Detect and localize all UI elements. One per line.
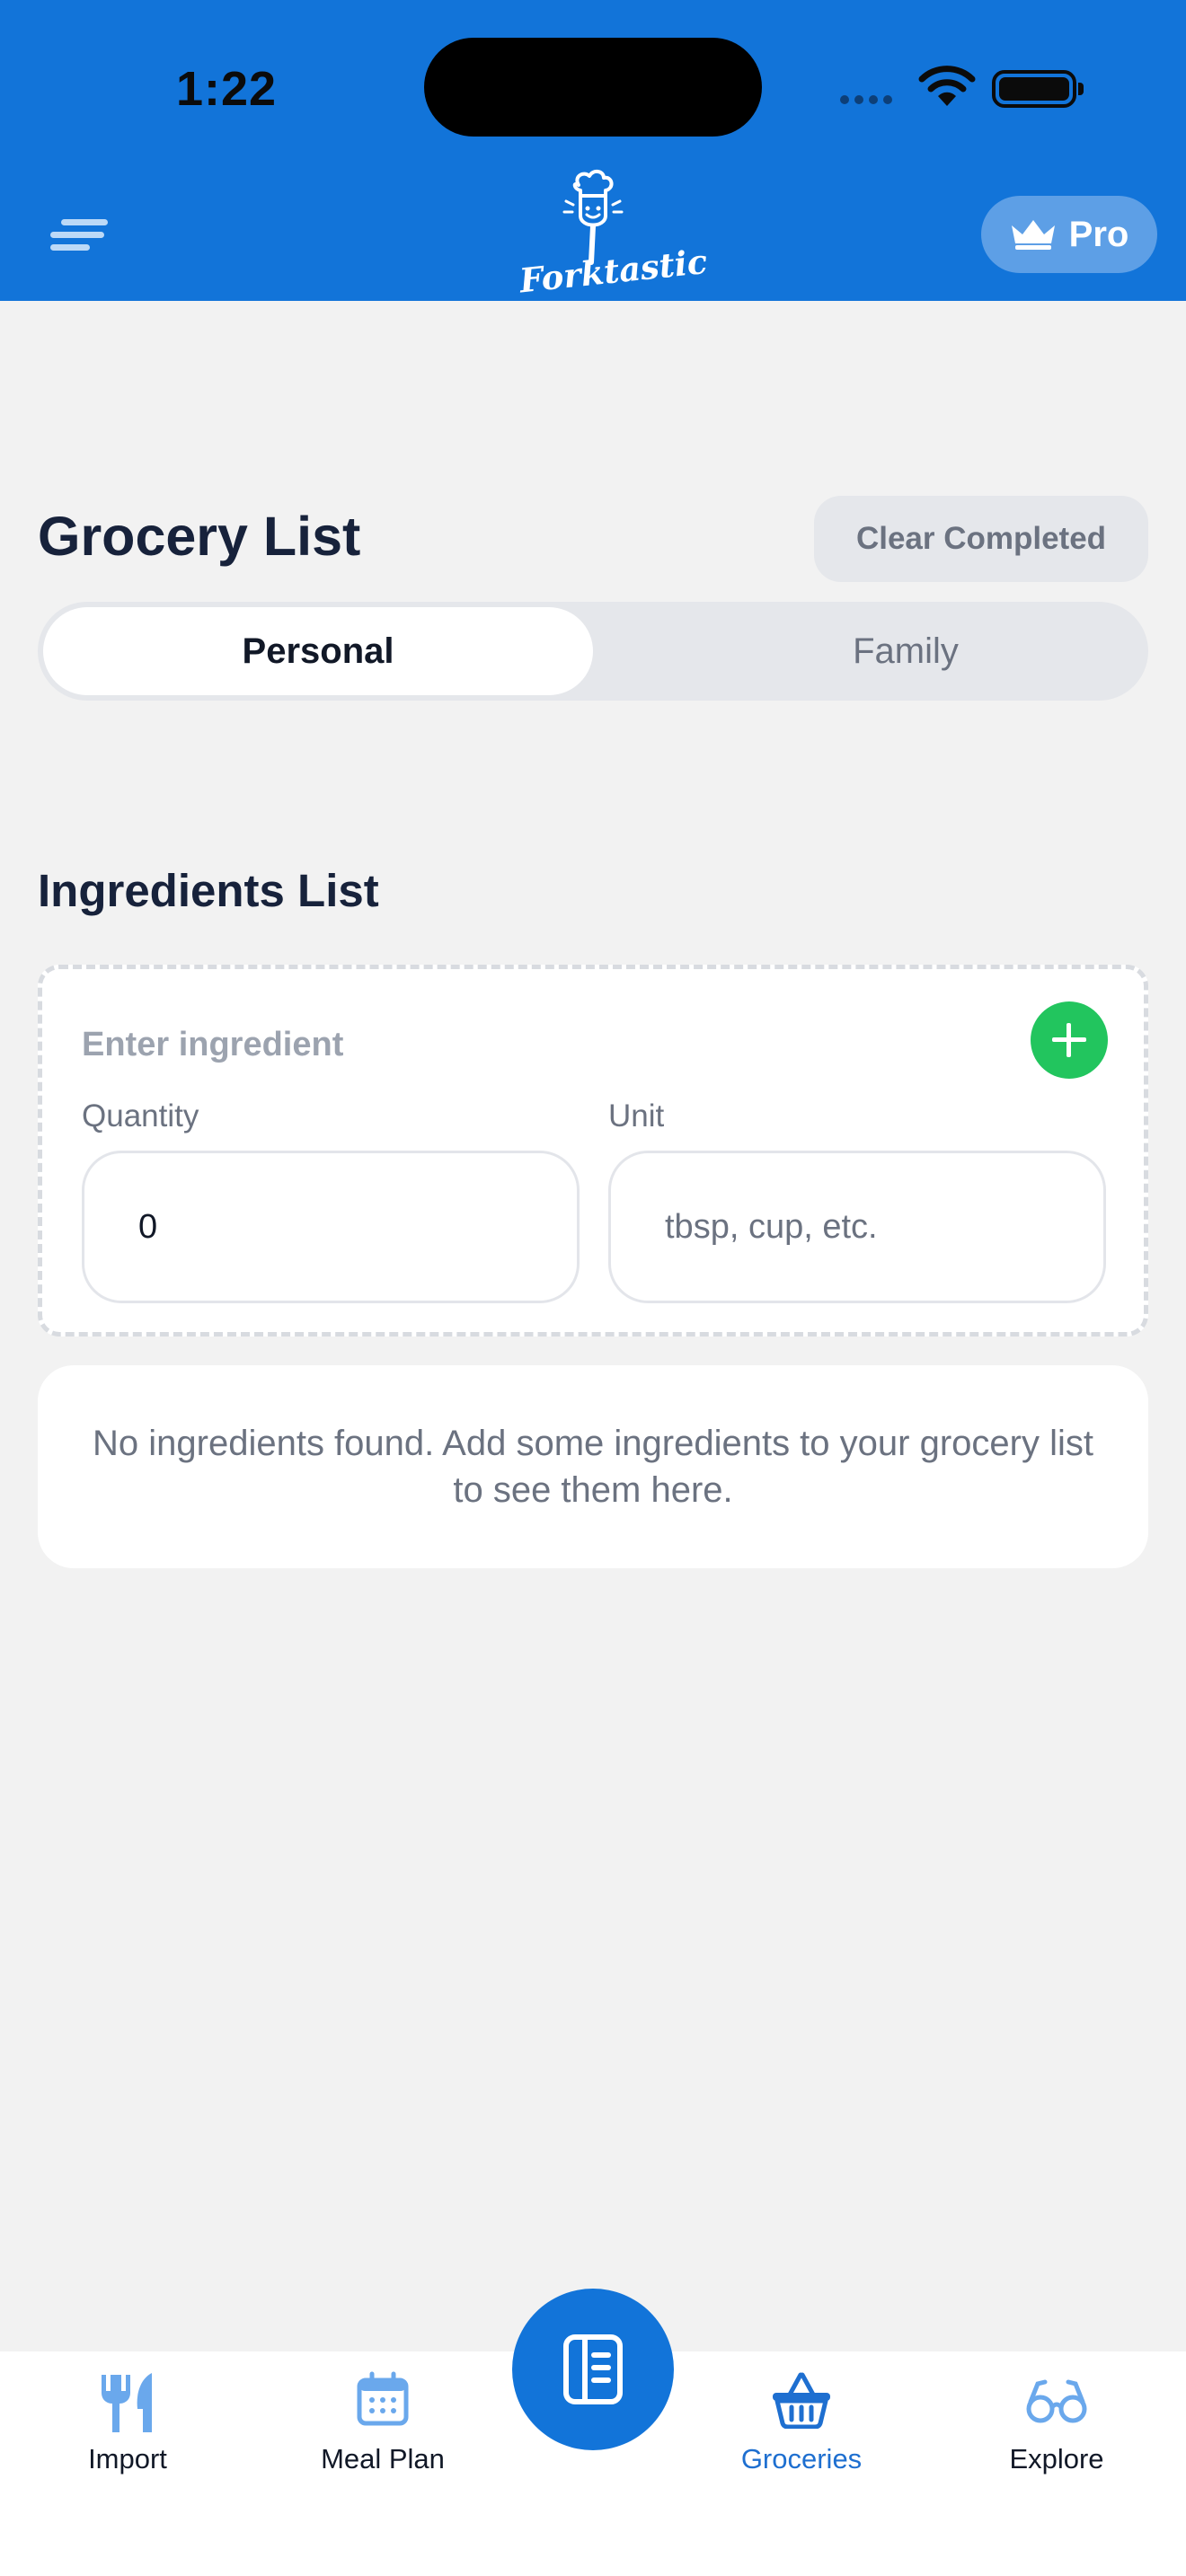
notebook-icon [563, 2334, 623, 2404]
empty-state-card: No ingredients found. Add some ingredien… [38, 1365, 1148, 1568]
tabbar-item-import[interactable]: Import [11, 2351, 244, 2495]
status-time: 1:22 [176, 62, 278, 116]
glasses-icon [1026, 2379, 1087, 2423]
recipe-book-button[interactable] [512, 2289, 674, 2450]
ingredient-input[interactable] [82, 1016, 908, 1073]
unit-field[interactable] [608, 1151, 1106, 1303]
tabbar-item-groceries[interactable]: Groceries [685, 2351, 918, 2495]
calendar-icon [357, 2371, 409, 2426]
crown-icon [1011, 220, 1055, 250]
quantity-field[interactable] [82, 1151, 580, 1303]
quantity-label: Quantity [82, 1098, 199, 1134]
cellular-signal-icon [840, 95, 892, 104]
basket-icon [773, 2372, 830, 2429]
tabbar-item-meal-plan[interactable]: Meal Plan [266, 2351, 500, 2495]
add-ingredient-button[interactable] [1031, 1001, 1108, 1079]
tabbar-label-meal-plan: Meal Plan [321, 2443, 445, 2475]
list-type-tabs: Personal Family [38, 602, 1148, 701]
wifi-icon [918, 66, 976, 106]
page-title: Grocery List [38, 506, 361, 567]
add-ingredient-card: Quantity Unit [38, 965, 1148, 1337]
empty-state-message: No ingredients found. Add some ingredien… [93, 1424, 1093, 1510]
tabbar-item-explore[interactable]: Explore [940, 2351, 1173, 2495]
clear-completed-button[interactable]: Clear Completed [814, 496, 1148, 582]
menu-button[interactable] [47, 208, 111, 259]
pro-label: Pro [1068, 214, 1129, 254]
battery-icon [992, 70, 1084, 108]
tabbar-label-groceries: Groceries [740, 2443, 863, 2475]
app-logo: Forktastic [518, 169, 709, 300]
tab-family[interactable]: Family [631, 607, 1181, 695]
app-header: 1:22 Forktastic Pro [0, 0, 1186, 301]
dynamic-island [424, 38, 762, 137]
tab-personal[interactable]: Personal [43, 607, 593, 695]
pro-button[interactable]: Pro [981, 196, 1157, 273]
unit-label: Unit [608, 1098, 665, 1134]
fork-knife-icon [102, 2373, 152, 2432]
ingredients-section-title: Ingredients List [38, 865, 379, 916]
tabbar-label-import: Import [88, 2443, 167, 2475]
tabbar-label-explore: Explore [1009, 2443, 1104, 2475]
